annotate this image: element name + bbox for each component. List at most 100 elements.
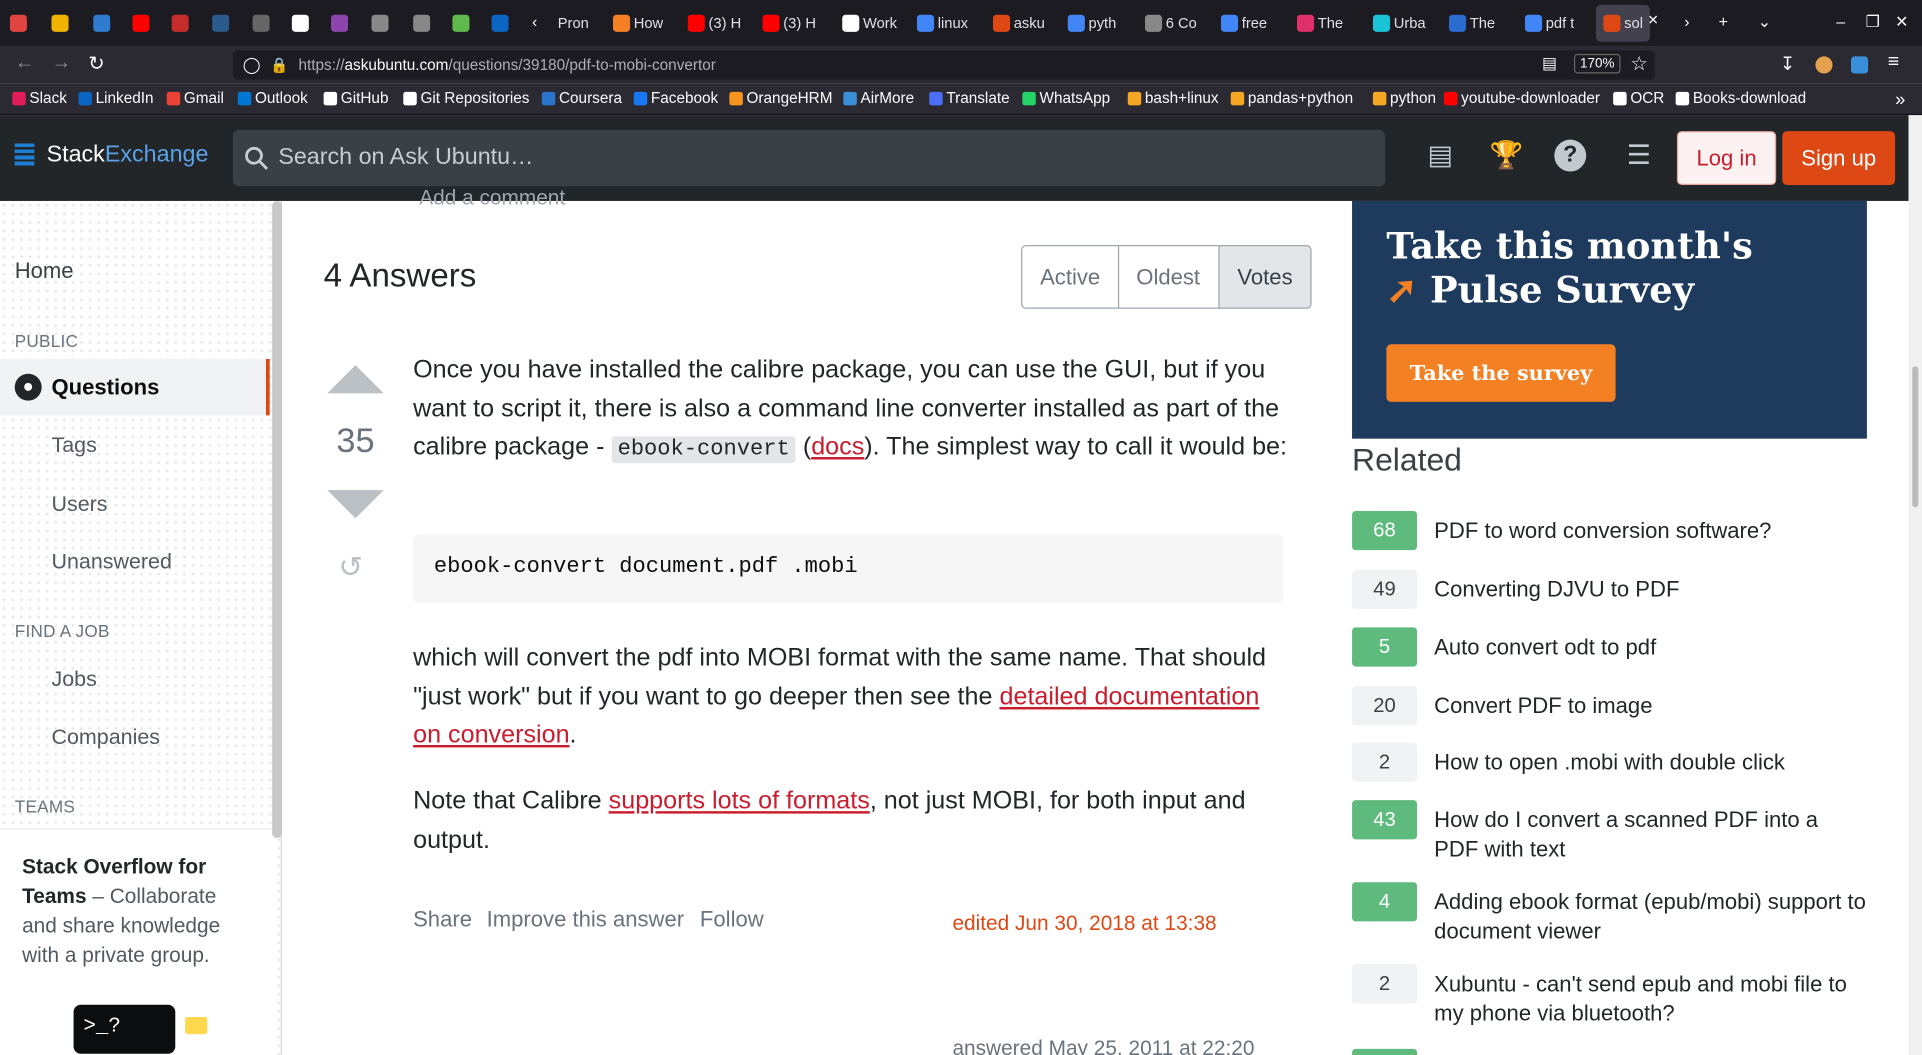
follow-link[interactable]: Follow — [700, 907, 764, 933]
bookmark-item[interactable]: GitHub — [323, 89, 388, 107]
bookmark-item[interactable]: Translate — [929, 89, 1010, 107]
page-scrollbar[interactable] — [1908, 115, 1922, 1055]
search-input[interactable]: ⚲ Search on Ask Ubuntu… — [232, 129, 1386, 187]
bookmark-item[interactable]: OrangeHRM — [729, 89, 833, 107]
bookmark-item[interactable]: bash+linux — [1127, 89, 1219, 107]
browser-tab[interactable] — [330, 10, 349, 37]
bookmark-item[interactable]: AirMore — [843, 89, 914, 107]
related-item[interactable]: 49 Converting DJVU to PDF — [1352, 569, 1867, 609]
nav-unanswered[interactable]: Unanswered — [51, 549, 171, 575]
new-tab-icon[interactable]: + — [1719, 12, 1728, 30]
stackexchange-logo[interactable]: Stack Exchange — [14, 142, 209, 169]
browser-tab[interactable]: Work — [842, 10, 897, 37]
browser-tab[interactable]: Pron — [558, 10, 589, 37]
add-comment-link[interactable]: Add a comment — [419, 186, 565, 211]
formats-link[interactable]: supports lots of formats — [609, 787, 870, 815]
bookmark-item[interactable]: Books-download — [1675, 89, 1806, 107]
related-item[interactable]: 2 How to open .mobi with double click — [1352, 742, 1867, 782]
star-icon[interactable]: ☆ — [1630, 51, 1648, 76]
related-question-link[interactable]: PDF to word conversion software? — [1434, 516, 1771, 550]
related-item[interactable]: 2 Xubuntu - can't send epub and mobi file… — [1352, 964, 1867, 1028]
browser-tab[interactable] — [171, 10, 189, 37]
chat-icon[interactable] — [185, 1016, 208, 1035]
pulse-survey-ad[interactable]: Take this month's ➚ Pulse Survey Take th… — [1352, 200, 1867, 439]
bookmark-item[interactable]: Coursera — [541, 89, 622, 107]
download-icon[interactable]: ↧ — [1780, 53, 1795, 75]
tab-scroll-left-icon[interactable]: ‹ — [532, 12, 537, 30]
bookmark-item[interactable]: Outlook — [237, 89, 308, 107]
zoom-level[interactable]: 170% — [1573, 53, 1621, 74]
related-question-link[interactable]: How to open .mobi with double click — [1434, 747, 1785, 781]
nav-tags[interactable]: Tags — [51, 433, 96, 459]
related-question-link[interactable]: Convert PDF to image — [1434, 691, 1652, 725]
back-icon[interactable]: ← — [15, 53, 35, 75]
signup-button[interactable]: Sign up — [1782, 131, 1896, 186]
extension-icon[interactable] — [1815, 56, 1833, 74]
reload-icon[interactable]: ↻ — [88, 51, 104, 76]
trophy-icon[interactable]: 🏆 — [1488, 140, 1525, 177]
improve-answer-link[interactable]: Improve this answer — [487, 907, 684, 933]
take-survey-button[interactable]: Take the survey — [1386, 344, 1616, 402]
sort-oldest[interactable]: Oldest — [1117, 245, 1220, 309]
site-switcher-icon[interactable]: ☰ — [1621, 140, 1658, 177]
bookmark-item[interactable]: youtube-downloader — [1443, 89, 1600, 107]
bookmark-item[interactable]: Facebook — [633, 89, 718, 107]
browser-tab[interactable] — [9, 10, 27, 37]
browser-tab[interactable]: How — [612, 10, 663, 37]
related-question-link[interactable]: Xubuntu - can't send epub and mobi file … — [1434, 969, 1867, 1028]
bookmark-item[interactable]: pandas+python — [1230, 89, 1353, 107]
close-tab-icon[interactable]: ✕ — [1647, 12, 1658, 28]
nav-scrollbar[interactable] — [272, 200, 282, 839]
related-item[interactable]: 68 PDF to word conversion software? — [1352, 510, 1867, 551]
bookmark-item[interactable]: python — [1372, 89, 1436, 107]
browser-tab[interactable] — [452, 10, 470, 37]
bookmark-item[interactable]: Slack — [12, 89, 67, 107]
reader-view-icon[interactable]: ▤ — [1542, 54, 1557, 74]
edited-timestamp[interactable]: edited Jun 30, 2018 at 13:38 — [952, 912, 1216, 937]
browser-tab[interactable] — [51, 10, 69, 37]
related-item[interactable]: 5 Auto convert odt to pdf — [1352, 627, 1867, 667]
inbox-icon[interactable]: ▤ — [1422, 140, 1459, 177]
browser-tab[interactable]: sol — [1595, 4, 1651, 42]
restore-icon[interactable]: ❐ — [1866, 12, 1880, 32]
related-question-link[interactable]: Converting DJVU to PDF — [1434, 575, 1679, 609]
nav-companies[interactable]: Companies — [51, 724, 160, 750]
bookmarks-overflow-icon[interactable]: » — [1895, 89, 1905, 110]
related-item[interactable]: 20 Convert PDF to image — [1352, 686, 1867, 726]
tab-list-icon[interactable]: ⌄ — [1758, 12, 1771, 32]
browser-tab[interactable]: Urba — [1372, 10, 1426, 37]
browser-tab[interactable] — [291, 10, 309, 37]
browser-tab[interactable] — [491, 10, 509, 37]
browser-tab[interactable]: pyth — [1067, 10, 1116, 37]
bookmark-item[interactable]: LinkedIn — [78, 89, 154, 107]
login-button[interactable]: Log in — [1676, 131, 1777, 186]
browser-tab[interactable]: linux — [916, 10, 968, 37]
browser-tab[interactable] — [413, 10, 431, 37]
bookmark-item[interactable]: Gmail — [166, 89, 224, 107]
browser-tab[interactable] — [212, 10, 230, 37]
menu-icon[interactable]: ≡ — [1888, 51, 1899, 73]
nav-jobs[interactable]: Jobs — [51, 667, 96, 693]
browser-tab[interactable] — [132, 10, 150, 37]
sort-active[interactable]: Active — [1021, 245, 1120, 309]
browser-tab[interactable]: (3) H — [762, 10, 816, 37]
tab-scroll-right-icon[interactable]: › — [1684, 12, 1689, 30]
terminal-widget[interactable]: >_? — [73, 1004, 176, 1054]
nav-users[interactable]: Users — [51, 491, 107, 517]
related-item[interactable]: 4 Adding ebook format (epub/mobi) support… — [1352, 882, 1867, 946]
forward-icon[interactable]: → — [51, 53, 71, 75]
help-icon[interactable]: ? — [1554, 139, 1587, 172]
answered-timestamp[interactable]: answered May 25, 2011 at 22:20 — [952, 1037, 1254, 1055]
close-window-icon[interactable]: ✕ — [1895, 12, 1908, 32]
related-question-link[interactable]: Auto convert odt to pdf — [1434, 632, 1656, 666]
url-bar[interactable]: ◯ 🔒 https://askubuntu.com/questions/3918… — [232, 50, 1655, 80]
browser-tab[interactable]: asku — [992, 10, 1045, 37]
docs-link[interactable]: docs — [811, 433, 864, 461]
bookmark-item[interactable]: WhatsApp — [1022, 89, 1110, 107]
browser-tab[interactable] — [371, 10, 389, 37]
browser-tab[interactable]: 6 Co — [1144, 10, 1197, 37]
browser-tab[interactable]: free — [1220, 10, 1267, 37]
related-question-link[interactable]: How do I convert a scanned PDF into a PD… — [1434, 805, 1867, 864]
nav-home[interactable]: Home — [15, 259, 74, 285]
upvote-icon[interactable] — [327, 365, 384, 394]
